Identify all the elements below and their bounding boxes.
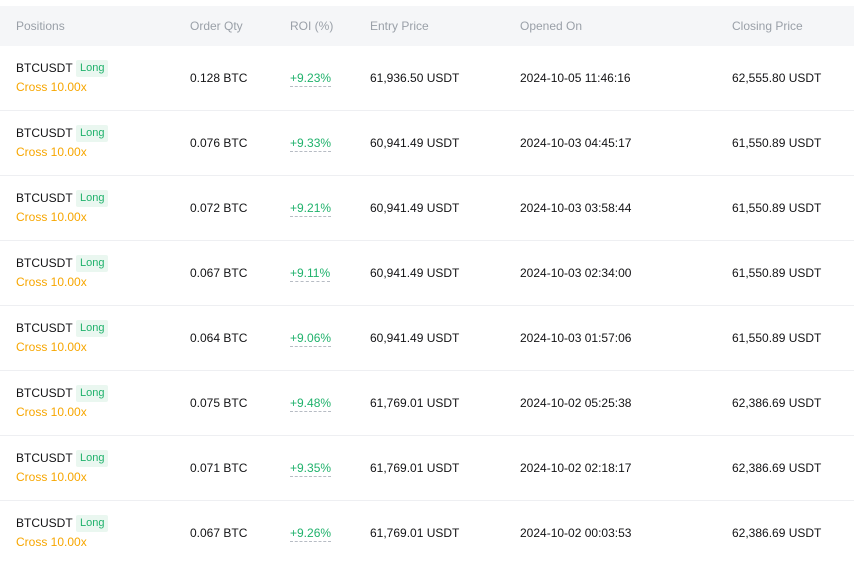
- margin-mode-label: Cross 10.00x: [16, 340, 87, 354]
- margin-mode-label: Cross 10.00x: [16, 210, 87, 224]
- opened-on-value: 2024-10-03 03:58:44: [520, 201, 632, 215]
- table-row[interactable]: BTCUSDT Long Cross 10.00x 0.064 BTC +9.06% 60…: [0, 306, 854, 371]
- side-badge: Long: [76, 190, 109, 207]
- table-row[interactable]: BTCUSDT Long Cross 10.00x 0.075 BTC +9.48% 61…: [0, 371, 854, 436]
- closing-price-value: 61,550.89 USDT: [732, 201, 822, 215]
- roi-text: +9.11%: [290, 266, 331, 282]
- entry-price-value: 60,941.49 USDT: [370, 331, 460, 345]
- entry-price-value: 61,769.01 USDT: [370, 461, 460, 475]
- symbol-label: BTCUSDT: [16, 61, 73, 75]
- closing-price-value: 62,386.69 USDT: [732, 461, 822, 475]
- column-header-positions: Positions: [16, 19, 65, 33]
- symbol-label: BTCUSDT: [16, 451, 73, 465]
- closing-price-value: 62,386.69 USDT: [732, 526, 822, 540]
- roi-value[interactable]: +9.21%: [290, 201, 332, 217]
- roi-text: +9.23%: [290, 71, 332, 87]
- table-row[interactable]: BTCUSDT Long Cross 10.00x 0.071 BTC +9.35% 61…: [0, 436, 854, 501]
- entry-price-value: 61,769.01 USDT: [370, 526, 460, 540]
- symbol-label: BTCUSDT: [16, 321, 73, 335]
- table-row[interactable]: BTCUSDT Long Cross 10.00x 0.072 BTC +9.21% 60…: [0, 176, 854, 241]
- opened-on-value: 2024-10-05 11:46:16: [520, 71, 631, 85]
- closing-price-value: 61,550.89 USDT: [732, 331, 822, 345]
- roi-text: +9.06%: [290, 331, 332, 347]
- symbol-label: BTCUSDT: [16, 256, 73, 270]
- column-header-roi: ROI (%): [290, 19, 334, 33]
- entry-price-value: 61,769.01 USDT: [370, 396, 460, 410]
- table-row[interactable]: BTCUSDT Long Cross 10.00x 0.067 BTC +9.11% 60…: [0, 241, 854, 306]
- side-badge: Long: [76, 255, 109, 272]
- roi-value[interactable]: +9.48%: [290, 396, 332, 412]
- roi-text: +9.33%: [290, 136, 332, 152]
- roi-value[interactable]: +9.33%: [290, 136, 332, 152]
- column-header-closing-price: Closing Price: [732, 19, 803, 33]
- symbol-label: BTCUSDT: [16, 126, 73, 140]
- order-qty-value: 0.067 BTC: [190, 266, 248, 280]
- side-badge: Long: [76, 450, 109, 467]
- closing-price-value: 61,550.89 USDT: [732, 266, 822, 280]
- entry-price-value: 60,941.49 USDT: [370, 136, 460, 150]
- symbol-label: BTCUSDT: [16, 191, 73, 205]
- margin-mode-label: Cross 10.00x: [16, 405, 87, 419]
- margin-mode-label: Cross 10.00x: [16, 145, 87, 159]
- roi-text: +9.35%: [290, 461, 332, 477]
- order-qty-value: 0.064 BTC: [190, 331, 248, 345]
- roi-value[interactable]: +9.11%: [290, 266, 331, 282]
- column-header-entry-price: Entry Price: [370, 19, 429, 33]
- order-qty-value: 0.075 BTC: [190, 396, 248, 410]
- entry-price-value: 61,936.50 USDT: [370, 71, 460, 85]
- side-badge: Long: [76, 320, 109, 337]
- column-header-opened-on: Opened On: [520, 19, 583, 33]
- entry-price-value: 60,941.49 USDT: [370, 201, 460, 215]
- roi-value[interactable]: +9.23%: [290, 71, 332, 87]
- roi-text: +9.26%: [290, 526, 332, 542]
- opened-on-value: 2024-10-02 02:18:17: [520, 461, 632, 475]
- margin-mode-label: Cross 10.00x: [16, 470, 87, 484]
- margin-mode-label: Cross 10.00x: [16, 80, 87, 94]
- side-badge: Long: [76, 515, 109, 532]
- margin-mode-label: Cross 10.00x: [16, 275, 87, 289]
- column-header-order-qty: Order Qty: [190, 19, 243, 33]
- roi-text: +9.48%: [290, 396, 332, 412]
- opened-on-value: 2024-10-03 02:34:00: [520, 266, 632, 280]
- side-badge: Long: [76, 125, 109, 142]
- symbol-label: BTCUSDT: [16, 516, 73, 530]
- opened-on-value: 2024-10-02 05:25:38: [520, 396, 632, 410]
- side-badge: Long: [76, 385, 109, 402]
- opened-on-value: 2024-10-03 04:45:17: [520, 136, 632, 150]
- symbol-label: BTCUSDT: [16, 386, 73, 400]
- margin-mode-label: Cross 10.00x: [16, 535, 87, 549]
- entry-price-value: 60,941.49 USDT: [370, 266, 460, 280]
- roi-value[interactable]: +9.06%: [290, 331, 332, 347]
- roi-text: +9.21%: [290, 201, 332, 217]
- order-qty-value: 0.128 BTC: [190, 71, 248, 85]
- opened-on-value: 2024-10-03 01:57:06: [520, 331, 632, 345]
- closing-price-value: 61,550.89 USDT: [732, 136, 822, 150]
- table-row[interactable]: BTCUSDT Long Cross 10.00x 0.067 BTC +9.26% 61…: [0, 501, 854, 566]
- table-row[interactable]: BTCUSDT Long Cross 10.00x 0.128 BTC +9.23% 61…: [0, 46, 854, 111]
- order-qty-value: 0.071 BTC: [190, 461, 248, 475]
- roi-value[interactable]: +9.26%: [290, 526, 332, 542]
- table-row[interactable]: BTCUSDT Long Cross 10.00x 0.076 BTC +9.33% 60…: [0, 111, 854, 176]
- roi-value[interactable]: +9.35%: [290, 461, 332, 477]
- closing-price-value: 62,555.80 USDT: [732, 71, 822, 85]
- order-qty-value: 0.067 BTC: [190, 526, 248, 540]
- order-qty-value: 0.072 BTC: [190, 201, 248, 215]
- side-badge: Long: [76, 60, 109, 77]
- closing-price-value: 62,386.69 USDT: [732, 396, 822, 410]
- opened-on-value: 2024-10-02 00:03:53: [520, 526, 632, 540]
- table-header: Positions Order Qty ROI (%) Entry Price …: [0, 6, 854, 46]
- order-qty-value: 0.076 BTC: [190, 136, 248, 150]
